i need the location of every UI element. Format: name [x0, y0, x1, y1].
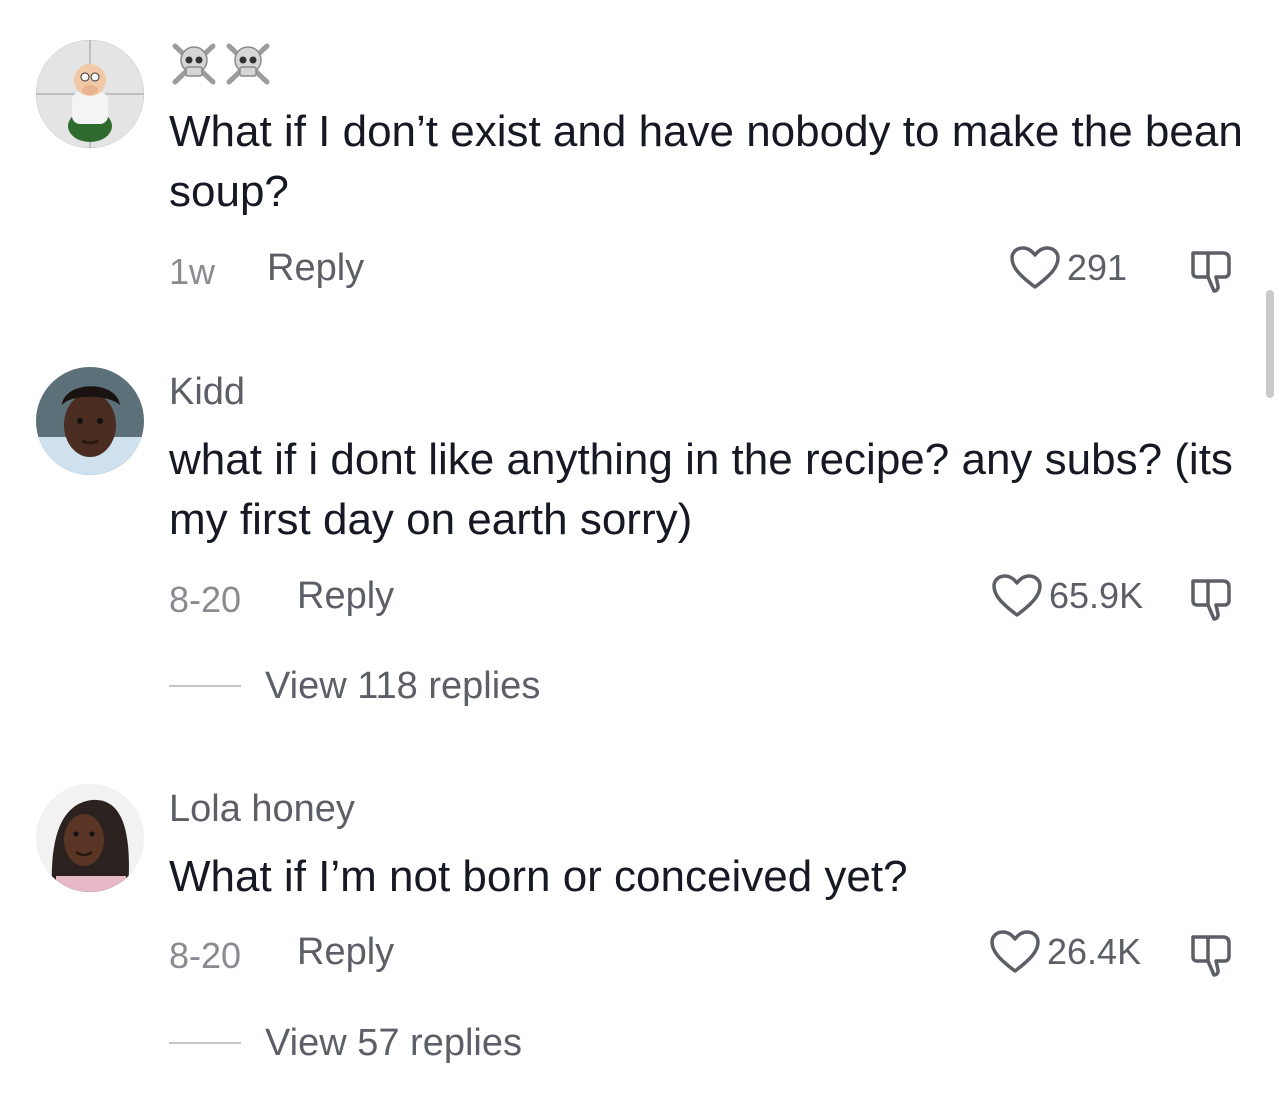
comment-meta: 1w Reply 291 — [169, 245, 1284, 295]
comment-text: What if I’m not born or conceived yet? — [169, 852, 908, 901]
skull-crossbones-icon — [226, 43, 270, 85]
view-replies-button[interactable]: View 118 replies — [169, 661, 540, 711]
thumbs-down-icon[interactable] — [1187, 931, 1235, 979]
like-count: 26.4K — [1047, 931, 1142, 972]
like-button[interactable]: 291 — [1009, 245, 1127, 291]
avatar[interactable] — [36, 367, 144, 475]
heart-outline-icon — [1010, 246, 1060, 289]
comment-meta: 8-20 Reply 26.4K — [169, 929, 1284, 979]
heart-outline-icon — [990, 930, 1040, 973]
like-count: 65.9K — [1049, 575, 1144, 616]
comment-date: 8-20 — [169, 935, 242, 976]
comment-username[interactable]: Kidd — [169, 371, 245, 414]
comment-text: What if I don’t exist and have nobody to… — [169, 107, 1243, 216]
thumbs-down-icon[interactable] — [1187, 247, 1235, 295]
comment-meta: 8-20 Reply 65.9K — [169, 573, 1284, 623]
view-replies-label: View 57 replies — [265, 1021, 523, 1064]
scrollbar[interactable] — [1266, 290, 1274, 398]
comment-username[interactable]: Lola honey — [169, 788, 355, 831]
heart-outline-icon — [992, 574, 1042, 617]
comment-text: what if i dont like anything in the reci… — [169, 435, 1233, 544]
reply-button[interactable]: Reply — [297, 575, 394, 618]
comment-date: 8-20 — [169, 579, 242, 620]
skull-crossbones-icon — [172, 43, 216, 85]
avatar[interactable] — [36, 40, 144, 148]
reply-button[interactable]: Reply — [297, 931, 394, 974]
like-count: 291 — [1067, 247, 1128, 288]
username-emoji[interactable] — [169, 40, 273, 86]
avatar-image — [36, 367, 144, 475]
view-replies-button[interactable]: View 57 replies — [169, 1018, 522, 1068]
like-button[interactable]: 26.4K — [989, 929, 1141, 975]
reply-button[interactable]: Reply — [267, 247, 364, 290]
comment-date: 1w — [169, 251, 216, 292]
view-replies-label: View 118 replies — [265, 664, 541, 707]
avatar-image — [36, 40, 144, 148]
divider-line — [169, 1042, 241, 1044]
avatar[interactable] — [36, 784, 144, 892]
avatar-image — [36, 784, 144, 892]
divider-line — [169, 685, 241, 687]
like-button[interactable]: 65.9K — [991, 573, 1143, 619]
thumbs-down-icon[interactable] — [1187, 575, 1235, 623]
